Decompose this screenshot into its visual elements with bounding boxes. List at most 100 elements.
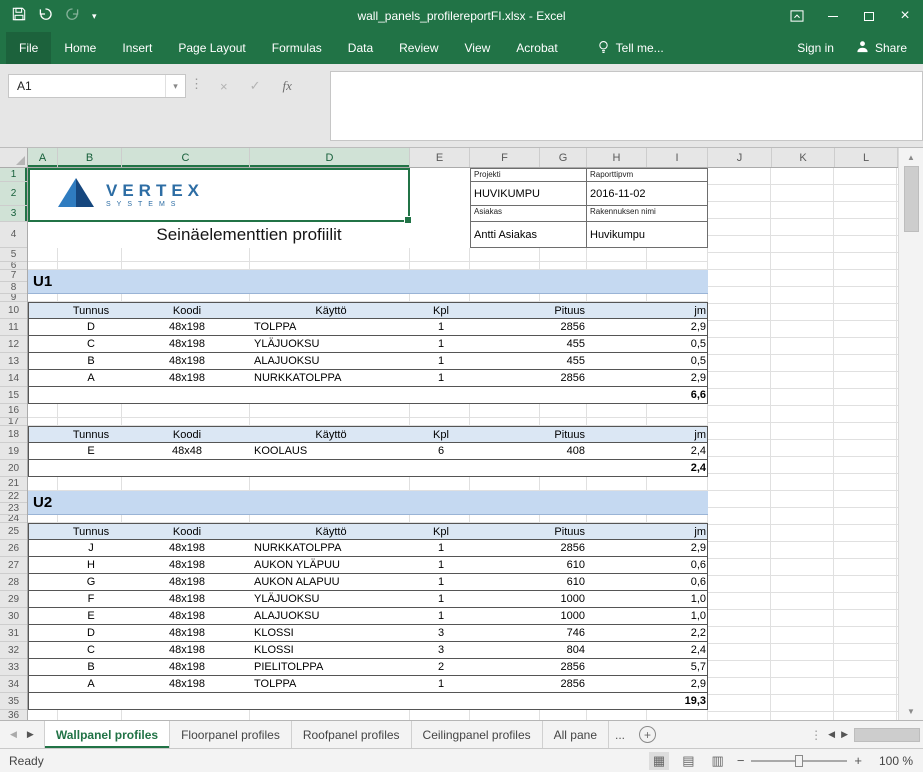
header-tunnus[interactable]: Tunnus (59, 526, 123, 538)
table-row[interactable]: D 48x198 KLOSSI 3 746 2,2 (29, 625, 707, 642)
empty-cells-area[interactable] (708, 168, 898, 720)
report-title-cell[interactable]: Seinäelementtien profiilit (28, 222, 470, 248)
report-date-value-cell[interactable]: 2016-11-02 (587, 182, 708, 206)
row-header[interactable]: 26 (0, 540, 27, 557)
table-row[interactable]: A 48x198 TOLPPA 1 2856 2,9 (29, 676, 707, 693)
project-value-cell[interactable]: HUVIKUMPU (471, 182, 587, 206)
select-all-button[interactable] (0, 148, 28, 168)
cell-kaytto[interactable]: KLOSSI (251, 627, 411, 639)
header-pituus[interactable]: Pituus (471, 305, 588, 317)
cell-kpl[interactable]: 1 (411, 372, 471, 384)
column-header[interactable]: L (835, 148, 898, 167)
column-header[interactable]: E (410, 148, 470, 167)
ribbon-tab[interactable]: Data (335, 32, 386, 64)
row-header[interactable]: 34 (0, 676, 27, 693)
cell-kpl[interactable]: 1 (411, 542, 471, 554)
table-row[interactable]: A 48x198 NURKKATOLPPA 1 2856 2,9 (29, 370, 707, 387)
row-header[interactable]: 17 (0, 418, 27, 426)
undo-icon[interactable] (38, 7, 53, 25)
cell-kpl[interactable]: 3 (411, 627, 471, 639)
normal-view-icon[interactable]: ▦ (649, 752, 669, 770)
ribbon-display-options-icon[interactable] (779, 0, 815, 32)
column-header[interactable]: C (122, 148, 250, 167)
row-header[interactable]: 35 (0, 693, 27, 710)
cell-jm[interactable]: 1,0 (648, 610, 709, 622)
column-header[interactable]: H (587, 148, 647, 167)
cell-pituus[interactable]: 408 (471, 445, 588, 457)
column-header[interactable]: B (58, 148, 122, 167)
enter-icon[interactable]: ✓ (250, 78, 261, 94)
zoom-level-label[interactable]: 100 % (871, 754, 913, 768)
cell-tunnus[interactable]: D (59, 627, 123, 639)
row-header[interactable]: 20 (0, 460, 27, 477)
row-header[interactable]: 15 (0, 387, 27, 404)
cell-kpl[interactable]: 1 (411, 321, 471, 333)
cell-jm[interactable]: 2,4 (648, 644, 709, 656)
tell-me-box[interactable]: Tell me... (597, 32, 664, 64)
row-header[interactable]: 3 (0, 206, 27, 222)
cell-total-jm[interactable]: 2,4 (648, 462, 709, 474)
empty-row[interactable] (28, 477, 708, 491)
scroll-up-icon[interactable]: ▲ (899, 148, 923, 166)
formula-bar-splitter-icon[interactable]: ⋮ (190, 76, 203, 92)
row-header[interactable]: 33 (0, 659, 27, 676)
header-pituus[interactable]: Pituus (471, 429, 588, 441)
cell-kaytto[interactable]: TOLPPA (251, 678, 411, 690)
cell-kpl[interactable]: 1 (411, 593, 471, 605)
cell-kpl[interactable]: 1 (411, 610, 471, 622)
share-button[interactable]: Share (856, 40, 907, 56)
ribbon-tab[interactable]: Home (51, 32, 109, 64)
cell-jm[interactable]: 2,9 (648, 678, 709, 690)
project-label-cell[interactable]: Projekti (471, 169, 587, 182)
customer-value-cell[interactable]: Antti Asiakas (471, 222, 587, 248)
empty-row[interactable] (28, 404, 708, 418)
table-row[interactable]: C 48x198 YLÄJUOKSU 1 455 0,5 (29, 336, 707, 353)
cell-total-jm[interactable]: 19,3 (648, 695, 709, 707)
table-row[interactable]: B 48x198 ALAJUOKSU 1 455 0,5 (29, 353, 707, 370)
cell-jm[interactable]: 2,9 (648, 542, 709, 554)
cell-jm[interactable]: 2,9 (648, 372, 709, 384)
empty-row[interactable] (28, 515, 708, 523)
cell-tunnus[interactable]: C (59, 644, 123, 656)
cell-jm[interactable]: 0,6 (648, 576, 709, 588)
cell-kpl[interactable]: 1 (411, 576, 471, 588)
row-header[interactable]: 10 (0, 302, 27, 319)
row-header[interactable]: 12 (0, 336, 27, 353)
table-row[interactable]: H 48x198 AUKON YLÄPUU 1 610 0,6 (29, 557, 707, 574)
header-koodi[interactable]: Koodi (123, 429, 251, 441)
row-header[interactable]: 25 (0, 523, 27, 540)
cell-tunnus[interactable]: G (59, 576, 123, 588)
cell-kaytto[interactable]: NURKKATOLPPA (251, 542, 411, 554)
header-kaytto[interactable]: Käyttö (251, 305, 411, 317)
cell-jm[interactable]: 2,2 (648, 627, 709, 639)
empty-row[interactable] (28, 418, 708, 426)
report-date-label-cell[interactable]: Raporttipvm (587, 169, 708, 182)
row-header[interactable]: 13 (0, 353, 27, 370)
cell-tunnus[interactable]: F (59, 593, 123, 605)
scroll-down-icon[interactable]: ▼ (899, 702, 923, 720)
next-sheet-icon[interactable]: ▶ (27, 729, 34, 740)
cell-kaytto[interactable]: KOOLAUS (251, 445, 411, 457)
cell-koodi[interactable]: 48x198 (123, 338, 251, 350)
row-header[interactable]: 24 (0, 515, 27, 523)
cell-tunnus[interactable]: B (59, 355, 123, 367)
cell-tunnus[interactable]: E (59, 445, 123, 457)
empty-row[interactable] (28, 294, 708, 302)
cell-koodi[interactable]: 48x198 (123, 678, 251, 690)
zoom-slider[interactable] (751, 760, 847, 762)
sign-in-link[interactable]: Sign in (797, 41, 834, 55)
row-header[interactable]: 28 (0, 574, 27, 591)
header-kaytto[interactable]: Käyttö (251, 429, 411, 441)
header-kpl[interactable]: Kpl (411, 429, 471, 441)
row-header[interactable]: 1 (0, 168, 27, 182)
header-koodi[interactable]: Koodi (123, 305, 251, 317)
row-header[interactable]: 32 (0, 642, 27, 659)
row-header[interactable]: 18 (0, 426, 27, 443)
new-sheet-icon[interactable]: + (639, 726, 656, 743)
cell-pituus[interactable]: 746 (471, 627, 588, 639)
minimize-button[interactable] (815, 0, 851, 32)
row-header[interactable]: 9 (0, 294, 27, 302)
vertical-scrollbar[interactable]: ▲ ▼ (898, 148, 923, 720)
ribbon-tab[interactable]: Acrobat (503, 32, 570, 64)
cell-jm[interactable]: 5,7 (648, 661, 709, 673)
